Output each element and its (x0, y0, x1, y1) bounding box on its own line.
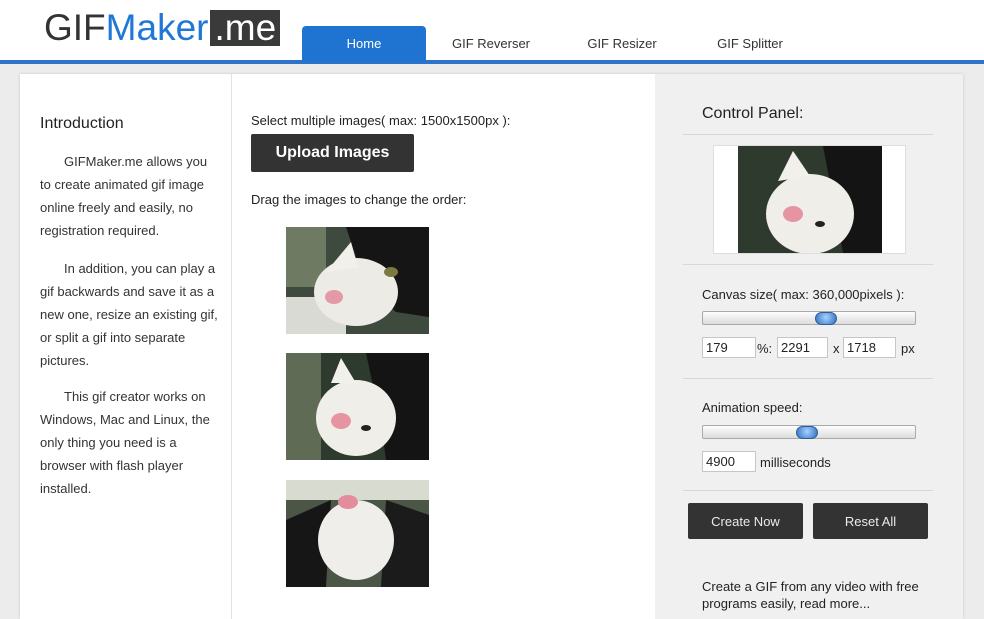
uploaded-image-2[interactable] (286, 353, 429, 460)
intro-title: Introduction (40, 115, 124, 132)
tab-gif-splitter[interactable]: GIF Splitter (700, 26, 800, 62)
gif-preview (738, 146, 882, 253)
animation-speed-slider[interactable] (702, 425, 916, 439)
intro-paragraph-2: In addition, you can play a gif backward… (40, 261, 218, 368)
canvas-percent-input[interactable] (702, 337, 756, 358)
animation-speed-slider-handle[interactable] (796, 426, 818, 439)
uploaded-image-3[interactable] (286, 480, 429, 587)
speed-input[interactable] (702, 451, 756, 472)
uploaded-image-1[interactable] (286, 227, 429, 334)
divider (683, 264, 933, 265)
site-logo[interactable]: GIF Maker .me (44, 6, 281, 50)
tab-gif-resizer[interactable]: GIF Resizer (572, 26, 672, 62)
canvas-size-slider-handle[interactable] (815, 312, 837, 325)
canvas-width-input[interactable] (777, 337, 828, 358)
milliseconds-label: milliseconds (760, 455, 831, 470)
upload-images-button[interactable]: Upload Images (251, 134, 414, 172)
canvas-height-input[interactable] (843, 337, 896, 358)
tab-gif-reverser[interactable]: GIF Reverser (436, 26, 546, 62)
canvas-size-label: Canvas size( max: 360,000pixels ): (702, 287, 905, 302)
reset-all-button[interactable]: Reset All (813, 503, 928, 539)
select-images-label: Select multiple images( max: 1500x1500px… (251, 113, 511, 128)
times-label: x (833, 341, 840, 356)
tab-home[interactable]: Home (302, 26, 426, 62)
intro-paragraph-3: This gif creator works on Windows, Mac a… (40, 389, 210, 496)
animation-speed-label: Animation speed: (702, 400, 803, 415)
logo-me-text: .me (210, 9, 281, 46)
percent-label: %: (757, 341, 773, 356)
divider (683, 378, 933, 379)
intro-paragraph-1: GIFMaker.me allows you to create animate… (40, 154, 208, 238)
canvas-size-slider[interactable] (702, 311, 916, 325)
logo-gif-text: GIF (44, 7, 106, 48)
control-panel-title: Control Panel: (702, 105, 804, 122)
px-label: px (901, 341, 915, 356)
logo-maker-text: Maker (105, 7, 209, 48)
drag-order-label: Drag the images to change the order: (251, 192, 467, 207)
divider (683, 490, 933, 491)
create-now-button[interactable]: Create Now (688, 503, 803, 539)
divider (683, 134, 933, 135)
video-promo-link[interactable]: Create a GIF from any video with free pr… (702, 578, 922, 612)
